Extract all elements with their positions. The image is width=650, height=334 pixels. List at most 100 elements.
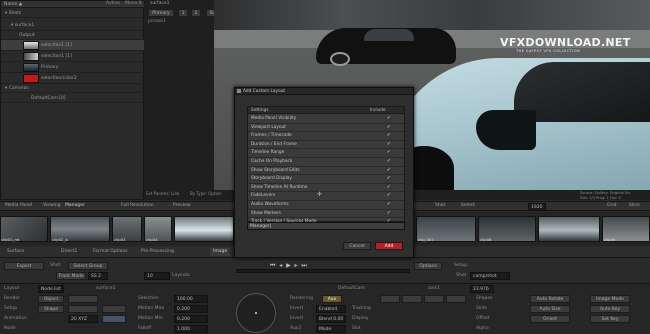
resolution-field[interactable]: 1920 xyxy=(528,203,546,211)
media-thumbnail[interactable] xyxy=(174,216,234,242)
preview-tab[interactable]: Preview xyxy=(170,202,194,210)
viewer-tab-1[interactable]: 1 xyxy=(178,9,188,17)
motion-min-value[interactable]: 0.200 xyxy=(174,315,208,323)
object-button[interactable]: Object xyxy=(38,295,64,303)
viewer-tab-surface[interactable]: surface1 xyxy=(147,0,173,8)
shape-button[interactable]: Shape xyxy=(38,305,64,313)
prop-label: Setup xyxy=(4,306,18,311)
skip-end-icon[interactable]: ⏭ xyxy=(301,262,306,269)
tree-col-mono[interactable]: Mono B xyxy=(125,0,142,8)
settings-row[interactable]: Storyboard Display ✓ xyxy=(248,175,404,184)
settings-row[interactable]: Viewport Layout ✓ xyxy=(248,124,404,133)
include-checkbox[interactable]: ✓ xyxy=(387,184,391,192)
opt-button-1[interactable] xyxy=(68,295,98,303)
tab-direct[interactable]: Direct1 xyxy=(58,248,80,256)
settings-row[interactable]: Media Panel Visibility ✓ xyxy=(248,115,404,124)
include-checkbox[interactable]: ✓ xyxy=(387,132,391,140)
aux-button[interactable]: Aux xyxy=(322,295,342,303)
toggle-button-3[interactable] xyxy=(424,295,444,303)
select-group-button[interactable]: Select Group xyxy=(68,262,108,270)
tree-col-active[interactable]: Active xyxy=(106,0,120,8)
settings-row[interactable]: Show Storyboard Edits ✓ xyxy=(248,167,404,176)
shot-path-field[interactable]: comp/shot xyxy=(470,272,510,280)
export-button[interactable]: Export xyxy=(4,262,44,270)
include-checkbox[interactable]: ✓ xyxy=(387,192,391,200)
add-button[interactable]: Add xyxy=(375,242,403,250)
settings-row[interactable]: Timeline Range ✓ xyxy=(248,149,404,158)
viewing-tab[interactable]: Viewing xyxy=(40,202,64,210)
tree-group-shots[interactable]: ▾ Shots xyxy=(1,10,145,18)
tree-item-camera[interactable]: DefaultCam [0] xyxy=(1,94,145,103)
track-mode-button[interactable]: Track Mode xyxy=(56,272,86,280)
auto-key-button[interactable]: Auto Key xyxy=(590,305,630,313)
settings-row[interactable]: Cache On Playback ✓ xyxy=(248,158,404,167)
track-mode-value[interactable]: SS 2 xyxy=(88,272,108,280)
settings-row[interactable]: Frames / Timecode ✓ xyxy=(248,132,404,141)
tab-image[interactable]: Image xyxy=(210,248,231,256)
skip-start-icon[interactable]: ⏮ xyxy=(270,262,275,269)
settings-row[interactable]: Show Markers ✓ xyxy=(248,210,404,219)
include-checkbox[interactable]: ✓ xyxy=(387,149,391,157)
cancel-button[interactable]: Cancel xyxy=(343,242,371,250)
orient-button[interactable]: Orient xyxy=(530,315,570,323)
right-label: Shapes xyxy=(476,296,493,301)
frame-field[interactable]: 10 xyxy=(144,272,170,280)
include-checkbox[interactable]: ✓ xyxy=(387,167,391,175)
opt-button-2[interactable] xyxy=(68,305,98,313)
settings-row[interactable]: Show Timeline At Runtime ✓ xyxy=(248,184,404,193)
layout-name-input[interactable]: Manager| xyxy=(247,222,405,230)
settings-row[interactable]: Duration / End Frame ✓ xyxy=(248,141,404,150)
tree-item-surface[interactable]: ▾ surface1 xyxy=(1,20,145,31)
mid-label: Falloff xyxy=(138,326,152,331)
settings-row[interactable]: FadeLevers ✓ xyxy=(248,192,404,201)
auto-size-button[interactable]: Auto Size xyxy=(530,305,570,313)
include-checkbox[interactable]: ✓ xyxy=(387,124,391,132)
node-list-field[interactable]: Node list xyxy=(38,285,64,293)
mid-label: Motion Max xyxy=(138,306,164,311)
viewer-tab-primary[interactable]: Primary xyxy=(148,9,174,17)
tab-surface[interactable]: Surface xyxy=(4,248,27,256)
blend-field[interactable]: Blend 0.00 xyxy=(316,315,346,323)
include-checkbox[interactable]: ✓ xyxy=(387,141,391,149)
tree-group-cameras[interactable]: ▾ Cameras xyxy=(1,85,145,93)
step-back-icon[interactable]: ◂ xyxy=(279,262,282,269)
tab-format-options[interactable]: Format Options xyxy=(90,248,131,256)
full-resolution-tab[interactable]: Full Resolution xyxy=(118,202,157,210)
tab-pre-processing[interactable]: Pre-Processing xyxy=(138,248,177,256)
image-mode-button[interactable]: Image Mode xyxy=(590,295,630,303)
tree-item-output[interactable]: Output xyxy=(1,31,145,40)
enabled-field[interactable]: Enabled xyxy=(316,305,346,313)
toggle-button-1[interactable] xyxy=(380,295,400,303)
motion-max-value[interactable]: 0.200 xyxy=(174,305,208,313)
selection-value[interactable]: 100.00 xyxy=(174,295,208,303)
media-panel-tab[interactable]: Media Panel xyxy=(2,202,35,210)
fps-field[interactable]: 23.976 xyxy=(470,285,494,293)
play-icon[interactable]: ▶ xyxy=(286,262,291,269)
toggle-button-4[interactable] xyxy=(446,295,466,303)
slice-tab[interactable]: Slice xyxy=(626,202,643,210)
include-checkbox[interactable]: ✓ xyxy=(387,175,391,183)
falloff-value[interactable]: 1.000 xyxy=(174,325,208,333)
toggle-button-2[interactable] xyxy=(402,295,422,303)
step-forward-icon[interactable]: ▸ xyxy=(295,262,298,269)
set-key-button[interactable]: Set Key xyxy=(590,315,630,323)
auto-rotate-button[interactable]: Auto Rotate xyxy=(530,295,570,303)
manager-tab[interactable]: Manager xyxy=(62,202,88,210)
options-button[interactable]: Options xyxy=(414,262,442,270)
media-thumbnail[interactable] xyxy=(538,216,600,242)
select-tab[interactable]: Select xyxy=(458,202,478,210)
opt-button-3[interactable] xyxy=(102,305,126,313)
include-checkbox[interactable]: ✓ xyxy=(387,210,391,218)
mode-field[interactable]: Mode xyxy=(316,325,346,333)
viewer-tab-2[interactable]: 2 xyxy=(191,9,201,17)
opt-button-4[interactable] xyxy=(102,315,126,323)
include-checkbox[interactable]: ✓ xyxy=(387,158,391,166)
tree-col-name[interactable]: Name ▲ xyxy=(4,2,22,7)
shot-tab[interactable]: Shot xyxy=(432,202,448,210)
include-checkbox[interactable]: ✓ xyxy=(387,115,391,123)
include-checkbox[interactable]: ✓ xyxy=(387,201,391,209)
settings-row-label: Viewport Layout xyxy=(251,124,286,130)
xyz-field[interactable]: 20 XYZ xyxy=(68,315,98,323)
settings-row[interactable]: Audio Waveforms ✓ xyxy=(248,201,404,210)
grid-tab[interactable]: Grid xyxy=(604,202,619,210)
